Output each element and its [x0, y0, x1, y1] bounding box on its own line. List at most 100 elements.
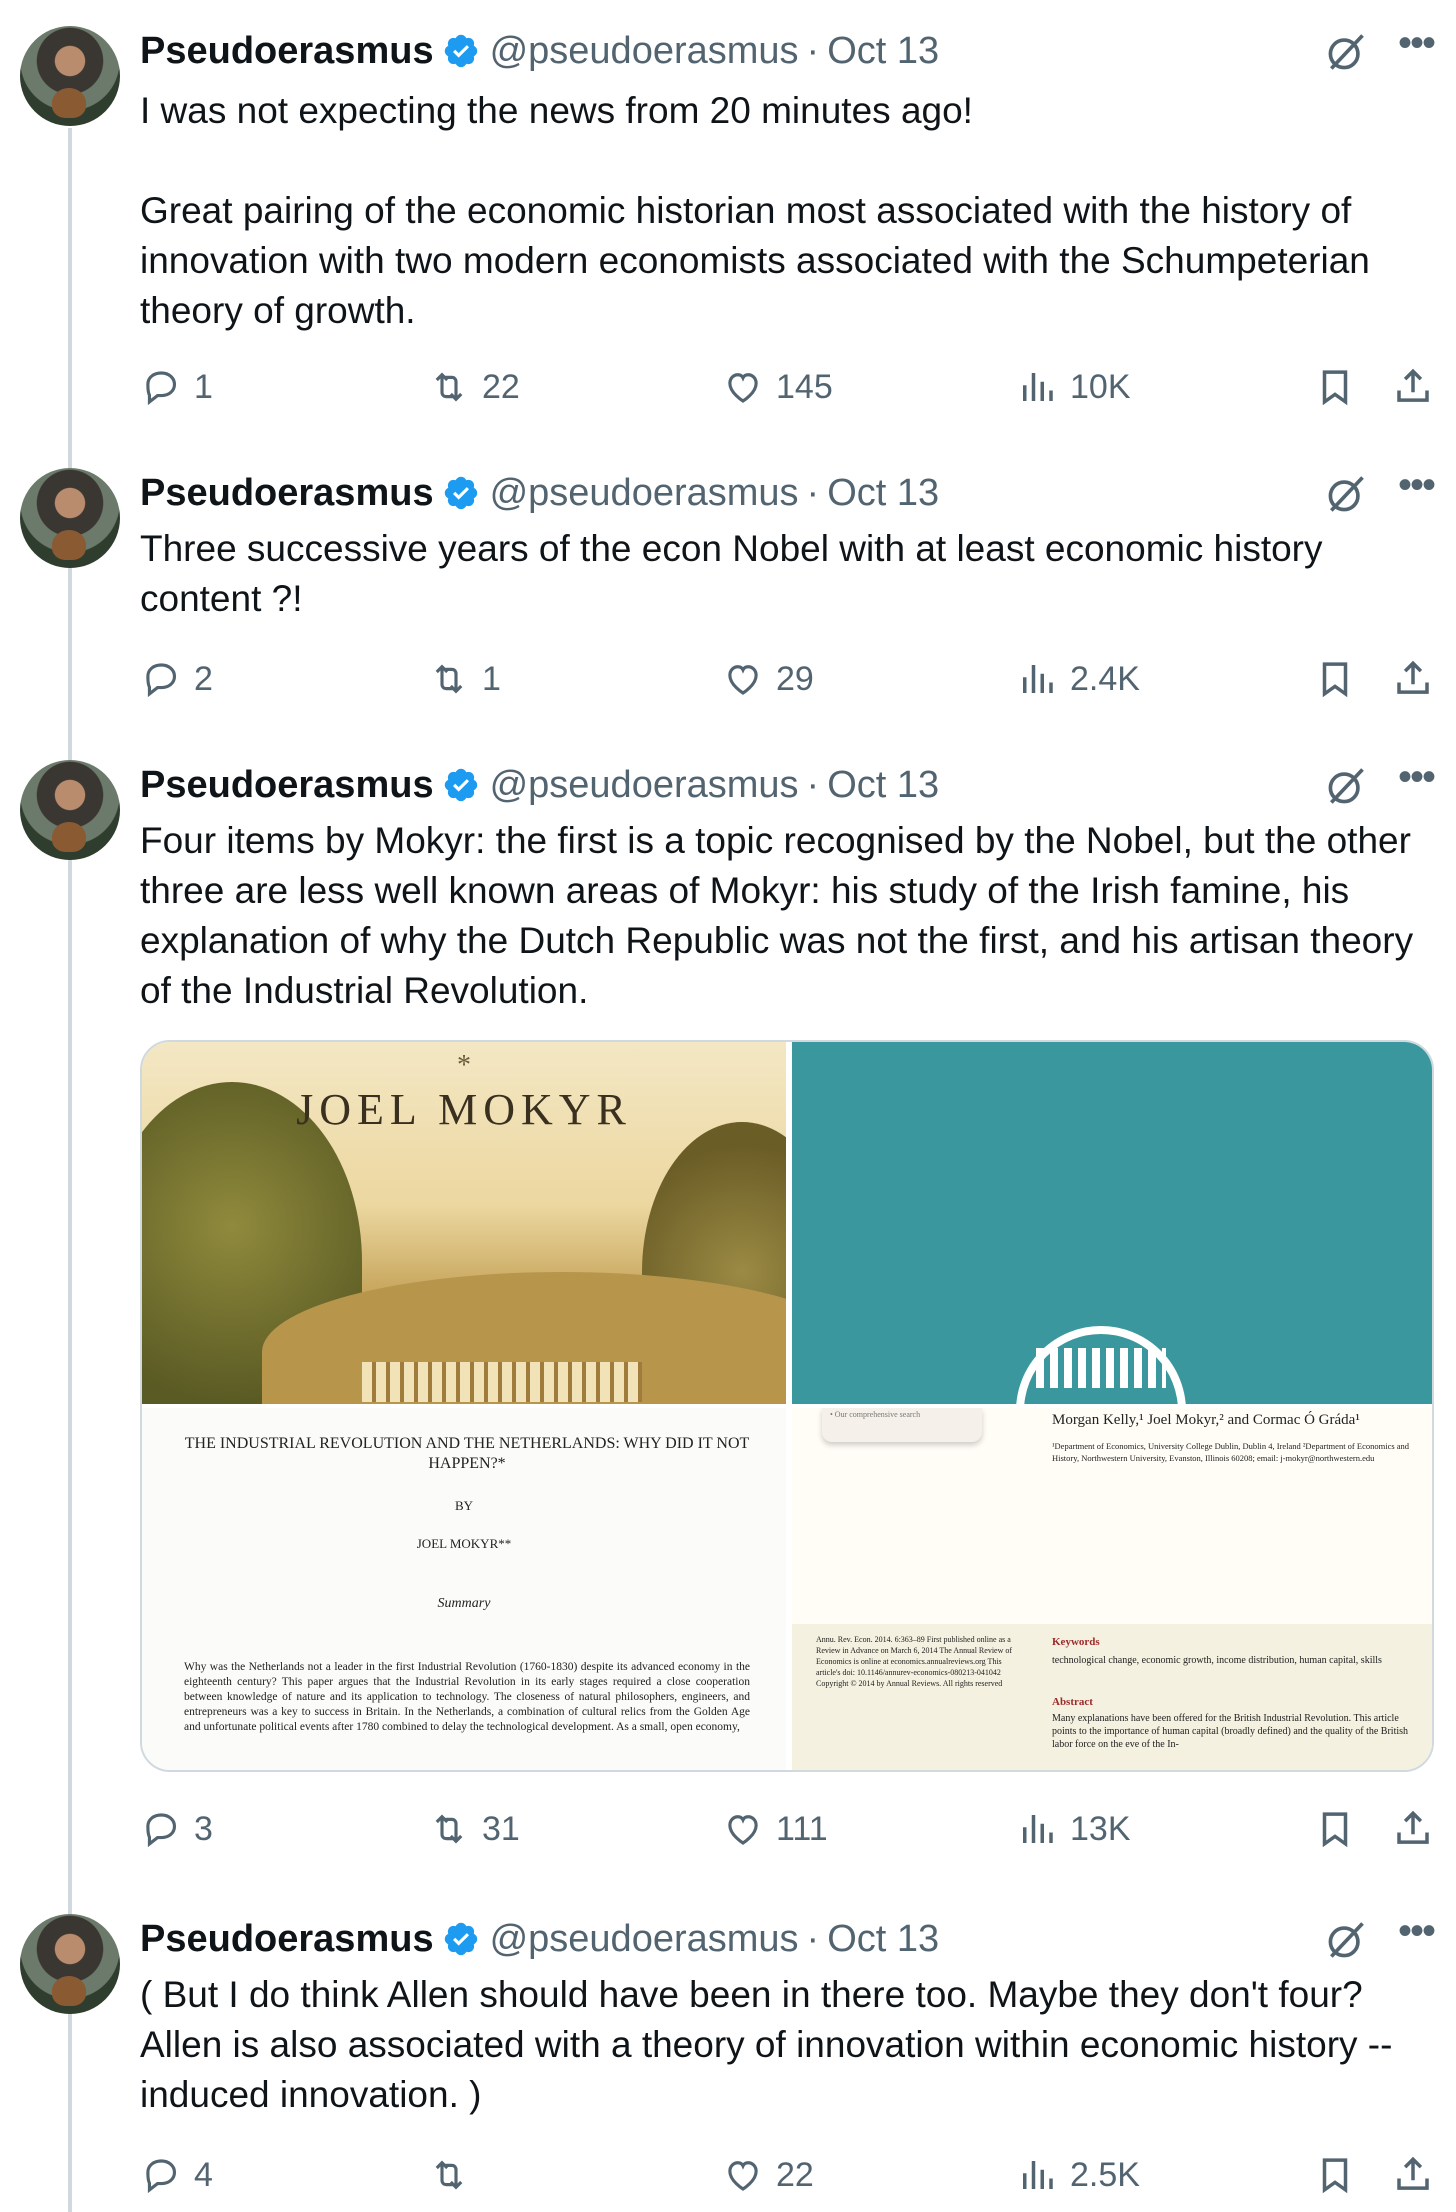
tweet-header: Pseudoerasmus @pseudoerasmus · Oct 13: [140, 1914, 939, 1964]
bookmark-button[interactable]: [1314, 2150, 1356, 2200]
grok-icon[interactable]: [1324, 1918, 1368, 1962]
like-button[interactable]: 22: [722, 2150, 814, 2200]
author-name[interactable]: Pseudoerasmus: [140, 1918, 434, 1961]
repost-button[interactable]: 31: [428, 1804, 520, 1854]
journal-cover-image[interactable]: [792, 1042, 1432, 1404]
tweet-actions: 2 1 29 2.4K: [140, 654, 1440, 704]
keywords: technological change, economic growth, i…: [1052, 1655, 1382, 1666]
repost-button[interactable]: 1: [428, 654, 501, 704]
review-meta: Annu. Rev. Econ. 2014. 6:363–89 First pu…: [816, 1635, 1013, 1688]
separator: ·: [806, 1917, 820, 1960]
paper-first-page-image[interactable]: THE INDUSTRIAL REVOLUTION AND THE NETHER…: [142, 1408, 786, 1770]
paper-title: THE INDUSTRIAL REVOLUTION AND THE NETHER…: [184, 1435, 750, 1472]
repost-button[interactable]: [428, 2150, 482, 2200]
like-icon: [722, 658, 764, 700]
bookmark-button[interactable]: [1314, 654, 1356, 704]
repost-count: 22: [482, 367, 520, 406]
paper-abstract: Why was the Netherlands not a leader in …: [184, 1661, 750, 1733]
views-count: 2.5K: [1070, 2155, 1140, 2194]
review-article-image[interactable]: • Our comprehensive search Morgan Kelly,…: [792, 1408, 1432, 1770]
like-icon: [722, 2154, 764, 2196]
more-icon[interactable]: •••: [1392, 757, 1440, 808]
bookmark-icon: [1314, 366, 1356, 408]
views-icon: [1016, 1808, 1058, 1850]
tweet-date[interactable]: Oct 13: [827, 30, 939, 73]
more-icon[interactable]: •••: [1392, 23, 1440, 74]
author-handle[interactable]: @pseudoerasmus: [490, 30, 799, 73]
tweet-actions: 4 22 2.5K: [140, 2150, 1440, 2200]
author-handle[interactable]: @pseudoerasmus: [490, 1918, 799, 1961]
share-icon: [1392, 1808, 1434, 1850]
paper-author: JOEL MOKYR**: [416, 1536, 512, 1551]
verified-badge-icon: [442, 766, 480, 804]
like-count: 29: [776, 659, 814, 698]
tweet-date[interactable]: Oct 13: [827, 1918, 939, 1961]
repost-icon: [428, 2154, 470, 2196]
repost-icon: [428, 658, 470, 700]
share-button[interactable]: [1392, 362, 1434, 412]
tweet-actions: 3 31 111 13K: [140, 1804, 1440, 1854]
share-button[interactable]: [1392, 654, 1434, 704]
repost-button[interactable]: 22: [428, 362, 520, 412]
reply-button[interactable]: 3: [140, 1804, 213, 1854]
like-count: 22: [776, 2155, 814, 2194]
tweet-date[interactable]: Oct 13: [827, 764, 939, 807]
bookmark-button[interactable]: [1314, 362, 1356, 412]
avatar[interactable]: [20, 1914, 120, 2014]
avatar[interactable]: [20, 26, 120, 126]
share-icon: [1392, 2154, 1434, 2196]
like-button[interactable]: 29: [722, 654, 814, 704]
author-name[interactable]: Pseudoerasmus: [140, 764, 434, 807]
reply-button[interactable]: 4: [140, 2150, 213, 2200]
more-icon[interactable]: •••: [1392, 1911, 1440, 1962]
like-count: 111: [776, 1809, 828, 1848]
share-button[interactable]: [1392, 1804, 1434, 1854]
share-icon: [1392, 658, 1434, 700]
tweet-text: I was not expecting the news from 20 min…: [140, 90, 1370, 331]
bookmark-button[interactable]: [1314, 1804, 1356, 1854]
views-button[interactable]: 2.4K: [1016, 654, 1140, 704]
separator: ·: [806, 471, 820, 514]
verified-badge-icon: [442, 474, 480, 512]
book-cover-image[interactable]: * JOEL MOKYR: [142, 1042, 786, 1404]
keywords-heading: Keywords: [1052, 1636, 1100, 1648]
share-button[interactable]: [1392, 2150, 1434, 2200]
views-button[interactable]: 10K: [1016, 362, 1131, 412]
reply-icon: [140, 366, 182, 408]
tweet-text: ( But I do think Allen should have been …: [140, 1974, 1403, 2115]
separator: ·: [806, 29, 820, 72]
bookmark-icon: [1314, 2154, 1356, 2196]
review-abstract: Many explanations have been offered for …: [1052, 1713, 1409, 1750]
repost-icon: [428, 1808, 470, 1850]
cover-ornament: *: [457, 1050, 471, 1081]
views-count: 2.4K: [1070, 659, 1140, 698]
tweet-date[interactable]: Oct 13: [827, 472, 939, 515]
tweet-header: Pseudoerasmus @pseudoerasmus · Oct 13: [140, 760, 939, 810]
like-button[interactable]: 145: [722, 362, 833, 412]
reply-count: 2: [194, 659, 213, 698]
author-name[interactable]: Pseudoerasmus: [140, 30, 434, 73]
reply-count: 4: [194, 2155, 213, 2194]
grok-icon[interactable]: [1324, 472, 1368, 516]
reply-button[interactable]: 1: [140, 362, 213, 412]
author-name[interactable]: Pseudoerasmus: [140, 472, 434, 515]
media-grid[interactable]: * JOEL MOKYR THE INDUSTRIAL REVOLUTION A…: [140, 1040, 1434, 1772]
avatar[interactable]: [20, 760, 120, 860]
tweet-header: Pseudoerasmus @pseudoerasmus · Oct 13: [140, 26, 939, 76]
avatar[interactable]: [20, 468, 120, 568]
author-handle[interactable]: @pseudoerasmus: [490, 764, 799, 807]
abstract-heading: Abstract: [1052, 1696, 1093, 1708]
grok-icon[interactable]: [1324, 30, 1368, 74]
cover-author: JOEL MOKYR: [296, 1085, 632, 1134]
author-handle[interactable]: @pseudoerasmus: [490, 472, 799, 515]
grok-icon[interactable]: [1324, 764, 1368, 808]
views-button[interactable]: 2.5K: [1016, 2150, 1140, 2200]
views-count: 10K: [1070, 367, 1131, 406]
thread-connector-line: [68, 128, 72, 2212]
like-button[interactable]: 111: [722, 1804, 828, 1854]
views-button[interactable]: 13K: [1016, 1804, 1131, 1854]
reply-button[interactable]: 2: [140, 654, 213, 704]
tweet-text: Four items by Mokyr: the first is a topi…: [140, 820, 1424, 1011]
reply-count: 3: [194, 1809, 213, 1848]
more-icon[interactable]: •••: [1392, 465, 1440, 516]
